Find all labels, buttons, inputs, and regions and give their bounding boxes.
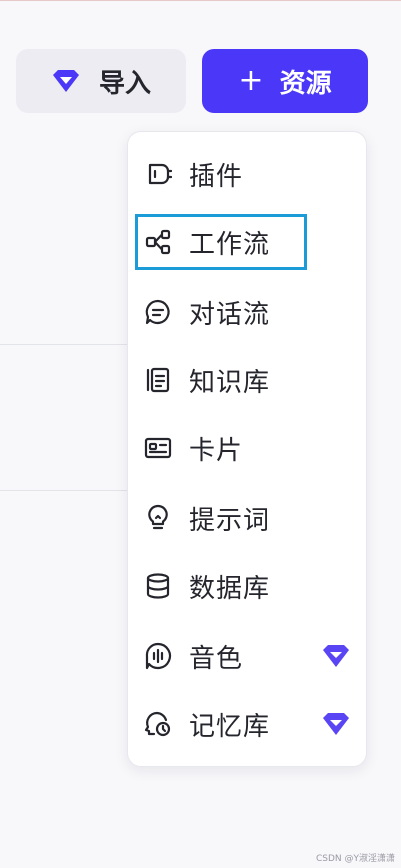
diamond-icon [52, 70, 79, 92]
voice-icon [145, 642, 172, 670]
background-divider [0, 344, 130, 345]
resource-dropdown-menu: 插件 工作流 对话流 知识库 卡片 提示词 数据库 音色 记忆库 [127, 131, 367, 767]
card-icon [144, 437, 172, 459]
menu-item-label: 工作流 [189, 229, 271, 260]
add-resource-button-label: 资源 [279, 68, 332, 99]
premium-diamond-icon [323, 645, 349, 667]
import-button[interactable]: 导入 [16, 49, 186, 113]
watermark: CSDN @Y淑淫潇潇 [315, 854, 395, 864]
menu-item-memory[interactable]: 记忆库 [128, 696, 366, 752]
database-icon [146, 573, 170, 599]
menu-item-label: 数据库 [189, 573, 271, 604]
top-border [0, 0, 401, 1]
plus-icon: + [238, 63, 264, 98]
memory-icon [144, 711, 171, 737]
chatflow-icon [145, 299, 170, 325]
menu-item-knowledge[interactable]: 知识库 [128, 352, 366, 408]
menu-item-label: 音色 [189, 643, 244, 674]
menu-item-label: 记忆库 [189, 711, 271, 742]
menu-item-chatflow[interactable]: 对话流 [128, 284, 366, 340]
menu-item-card[interactable]: 卡片 [128, 420, 366, 476]
menu-item-workflow[interactable]: 工作流 [128, 214, 366, 270]
menu-item-prompt[interactable]: 提示词 [128, 490, 366, 546]
background-divider [0, 490, 130, 491]
premium-diamond-icon [323, 713, 349, 735]
menu-item-database[interactable]: 数据库 [128, 558, 366, 614]
workflow-icon [145, 229, 171, 255]
menu-item-label: 插件 [189, 161, 244, 192]
menu-item-label: 卡片 [189, 435, 244, 466]
menu-item-label: 对话流 [189, 299, 271, 330]
lightbulb-icon [148, 504, 168, 530]
plugin-icon [148, 163, 172, 185]
menu-item-label: 提示词 [189, 505, 271, 536]
add-resource-button[interactable]: + 资源 [202, 49, 368, 113]
menu-item-plugin[interactable]: 插件 [128, 146, 366, 202]
import-button-label: 导入 [98, 68, 151, 99]
menu-item-label: 知识库 [189, 367, 271, 398]
knowledge-icon [146, 367, 170, 393]
menu-item-voice[interactable]: 音色 [128, 628, 366, 684]
